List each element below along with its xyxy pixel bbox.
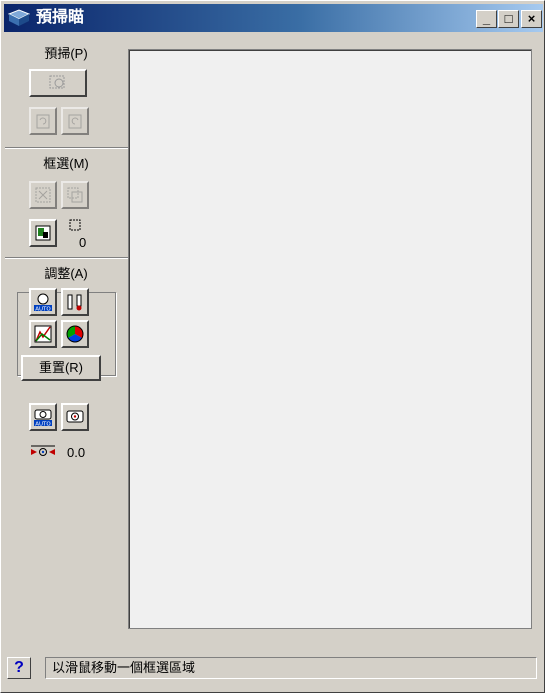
preview-area[interactable] xyxy=(128,49,532,629)
marquee-group-label: 框選(M) xyxy=(43,156,89,171)
histogram-icon xyxy=(34,325,52,343)
help-button[interactable]: ? xyxy=(7,657,31,679)
rotate-right-button[interactable] xyxy=(61,107,89,135)
close-button[interactable]: × xyxy=(521,10,542,28)
marquee-delete-button[interactable] xyxy=(29,181,57,209)
tool-panel: 預掃(P) 框選(M) 0 調整(A) AUTO 重置(R) AUTO 0.0 xyxy=(5,37,129,649)
minimize-button[interactable]: _ xyxy=(476,10,497,28)
status-message: 以滑鼠移動一個框選區域 xyxy=(45,657,537,679)
tools-icon xyxy=(67,294,82,311)
exposure-icon xyxy=(31,445,55,456)
histogram-button[interactable] xyxy=(29,320,57,348)
window-title: 預掃瞄 xyxy=(36,9,85,26)
color-wheel-icon xyxy=(66,325,84,343)
auto-focus-button[interactable]: AUTO xyxy=(29,403,57,431)
separator xyxy=(5,257,129,259)
marquee-count-icon xyxy=(69,219,81,231)
rotate-left-icon xyxy=(36,114,50,129)
svg-text:AUTO: AUTO xyxy=(35,422,51,428)
auto-locate-icon xyxy=(35,225,51,241)
auto-exposure-button[interactable]: AUTO xyxy=(29,288,57,316)
marquee-delete-icon xyxy=(35,187,51,203)
adjust-group-label: 調整(A) xyxy=(44,266,88,281)
camera-icon xyxy=(66,410,84,423)
exposure-value: 0.0 xyxy=(67,445,86,460)
prescan-button[interactable] xyxy=(29,69,87,97)
manual-focus-button[interactable] xyxy=(61,403,89,431)
color-balance-button[interactable] xyxy=(61,320,89,348)
marquee-copy-button[interactable] xyxy=(61,181,89,209)
preview-window: 預掃瞄 _ □ × 預掃(P) 框選(M) 0 調整(A) AUTO 重置(R)… xyxy=(0,0,545,693)
marquee-count: 0 xyxy=(79,235,87,250)
svg-text:AUTO: AUTO xyxy=(35,307,51,313)
marquee-copy-icon xyxy=(67,187,83,203)
prescan-group-label: 預掃(P) xyxy=(44,46,88,61)
scanner-app-icon xyxy=(8,9,30,26)
title-bar[interactable]: 預掃瞄 _ □ × xyxy=(4,4,543,32)
rotate-left-button[interactable] xyxy=(29,107,57,135)
rotate-right-icon xyxy=(68,114,82,129)
status-bar: ? 以滑鼠移動一個框選區域 xyxy=(7,655,540,683)
reset-button[interactable]: 重置(R) xyxy=(21,355,101,381)
auto-camera-icon: AUTO xyxy=(34,409,52,428)
auto-locate-button[interactable] xyxy=(29,219,57,247)
separator xyxy=(5,147,129,149)
maximize-button[interactable]: □ xyxy=(498,10,519,28)
auto-exposure-icon: AUTO xyxy=(34,293,52,313)
prescan-icon xyxy=(49,75,65,89)
tone-settings-button[interactable] xyxy=(61,288,89,316)
